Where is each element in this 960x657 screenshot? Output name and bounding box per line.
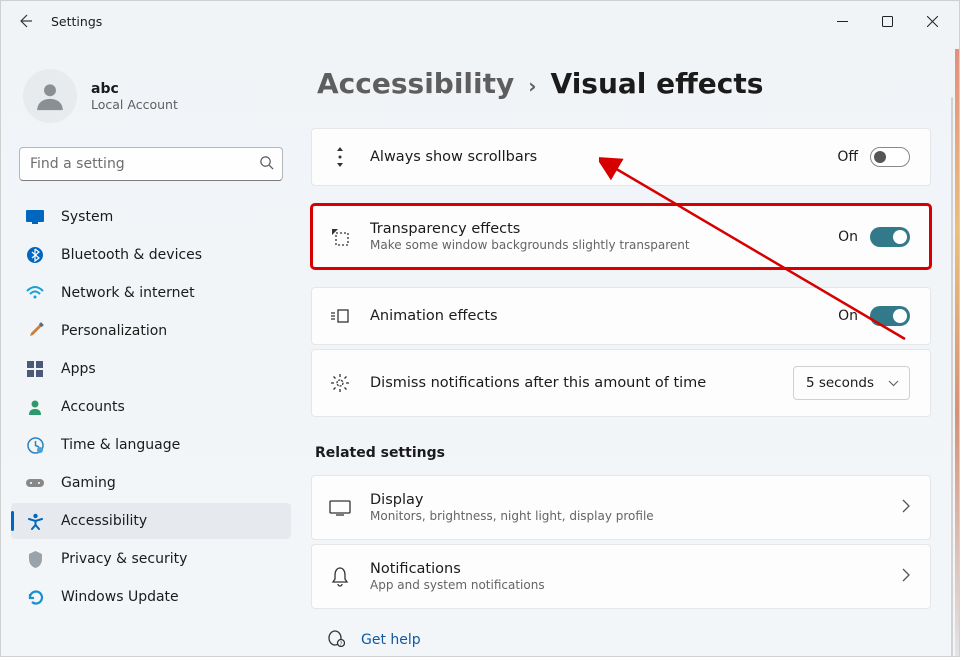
arrow-left-icon xyxy=(17,13,33,29)
page-title: Visual effects xyxy=(551,67,764,100)
sidebar-item-accounts[interactable]: Accounts xyxy=(11,389,291,425)
gamepad-icon xyxy=(25,473,45,493)
setting-title: Animation effects xyxy=(370,308,820,324)
related-settings-heading: Related settings xyxy=(315,445,931,461)
sidebar-item-system[interactable]: System xyxy=(11,199,291,235)
setting-title: Display xyxy=(370,492,884,508)
bell-icon xyxy=(328,565,352,589)
dismiss-duration-select[interactable]: 5 seconds xyxy=(793,366,910,400)
sidebar-item-label: Accounts xyxy=(61,399,125,415)
breadcrumb-sep: › xyxy=(528,74,536,98)
setting-scrollbars[interactable]: Always show scrollbars Off xyxy=(311,128,931,186)
help-label: Get help xyxy=(361,632,421,648)
sidebar-item-label: Gaming xyxy=(61,475,116,491)
sidebar-item-privacy[interactable]: Privacy & security xyxy=(11,541,291,577)
scrollbars-icon xyxy=(328,145,352,169)
update-icon xyxy=(25,587,45,607)
titlebar: Settings xyxy=(1,1,959,41)
toggle-state-label: On xyxy=(838,308,858,324)
sidebar-item-label: Bluetooth & devices xyxy=(61,247,202,263)
accessibility-icon xyxy=(25,511,45,531)
setting-sub: Monitors, brightness, night light, displ… xyxy=(370,509,884,523)
search-input[interactable] xyxy=(30,156,259,172)
transparency-toggle[interactable] xyxy=(870,227,910,247)
setting-sub: App and system notifications xyxy=(370,578,884,592)
sidebar-item-label: Network & internet xyxy=(61,285,195,301)
sidebar-item-label: Time & language xyxy=(61,437,180,453)
select-value: 5 seconds xyxy=(806,375,874,391)
sidebar-item-bluetooth[interactable]: Bluetooth & devices xyxy=(11,237,291,273)
sidebar-item-network[interactable]: Network & internet xyxy=(11,275,291,311)
setting-title: Dismiss notifications after this amount … xyxy=(370,375,775,391)
svg-text:?: ? xyxy=(340,642,343,648)
sidebar-item-time-language[interactable]: Time & language xyxy=(11,427,291,463)
setting-title: Notifications xyxy=(370,561,884,577)
settings-window: Settings abc Local Account xyxy=(0,0,960,657)
setting-animation[interactable]: Animation effects On xyxy=(311,287,931,345)
avatar xyxy=(23,69,77,123)
wifi-icon xyxy=(25,283,45,303)
animation-icon xyxy=(328,304,352,328)
maximize-button[interactable] xyxy=(865,5,910,37)
person-icon xyxy=(25,397,45,417)
nav: System Bluetooth & devices Network & int… xyxy=(11,195,291,619)
brush-icon xyxy=(25,321,45,341)
sidebar-item-gaming[interactable]: Gaming xyxy=(11,465,291,501)
brightness-icon xyxy=(328,371,352,395)
search-box[interactable] xyxy=(19,147,283,181)
related-notifications[interactable]: Notifications App and system notificatio… xyxy=(311,544,931,609)
breadcrumb: Accessibility › Visual effects xyxy=(305,67,931,100)
minimize-icon xyxy=(837,16,848,27)
setting-title: Transparency effects xyxy=(370,221,820,237)
setting-dismiss-notifications[interactable]: Dismiss notifications after this amount … xyxy=(311,349,931,417)
sidebar: abc Local Account System Bluetooth & dev… xyxy=(1,41,301,656)
chevron-down-icon xyxy=(888,375,899,391)
sidebar-item-label: Privacy & security xyxy=(61,551,187,567)
close-icon xyxy=(927,16,938,27)
scrollbar[interactable] xyxy=(951,97,953,656)
main-content: Accessibility › Visual effects Always sh… xyxy=(301,41,959,656)
sidebar-item-label: Personalization xyxy=(61,323,167,339)
search-icon xyxy=(259,155,274,174)
transparency-icon xyxy=(328,225,352,249)
profile[interactable]: abc Local Account xyxy=(11,57,291,147)
maximize-icon xyxy=(882,16,893,27)
chevron-right-icon xyxy=(902,567,910,586)
shield-icon xyxy=(25,549,45,569)
window-title: Settings xyxy=(51,14,102,29)
related-display[interactable]: Display Monitors, brightness, night ligh… xyxy=(311,475,931,540)
sidebar-item-label: System xyxy=(61,209,113,225)
get-help-link[interactable]: ? Get help xyxy=(327,629,931,651)
close-button[interactable] xyxy=(910,5,955,37)
help-icon: ? xyxy=(327,629,345,651)
sidebar-item-accessibility[interactable]: Accessibility xyxy=(11,503,291,539)
back-button[interactable] xyxy=(5,1,45,41)
toggle-state-label: Off xyxy=(837,149,858,165)
profile-sub: Local Account xyxy=(91,97,178,112)
profile-text: abc Local Account xyxy=(91,81,178,112)
sidebar-item-apps[interactable]: Apps xyxy=(11,351,291,387)
sidebar-item-label: Apps xyxy=(61,361,96,377)
sidebar-item-label: Accessibility xyxy=(61,513,147,529)
scrollbars-toggle[interactable] xyxy=(870,147,910,167)
sidebar-item-windows-update[interactable]: Windows Update xyxy=(11,579,291,615)
setting-title: Always show scrollbars xyxy=(370,149,819,165)
minimize-button[interactable] xyxy=(820,5,865,37)
apps-icon xyxy=(25,359,45,379)
chevron-right-icon xyxy=(902,498,910,517)
system-icon xyxy=(25,207,45,227)
animation-toggle[interactable] xyxy=(870,306,910,326)
profile-name: abc xyxy=(91,81,178,97)
breadcrumb-parent[interactable]: Accessibility xyxy=(317,67,514,100)
clock-globe-icon xyxy=(25,435,45,455)
sidebar-item-personalization[interactable]: Personalization xyxy=(11,313,291,349)
bluetooth-icon xyxy=(25,245,45,265)
sidebar-item-label: Windows Update xyxy=(61,589,179,605)
setting-transparency[interactable]: Transparency effects Make some window ba… xyxy=(311,204,931,269)
toggle-state-label: On xyxy=(838,229,858,245)
window-edge-strip xyxy=(955,49,959,656)
display-icon xyxy=(328,496,352,520)
setting-sub: Make some window backgrounds slightly tr… xyxy=(370,238,820,252)
